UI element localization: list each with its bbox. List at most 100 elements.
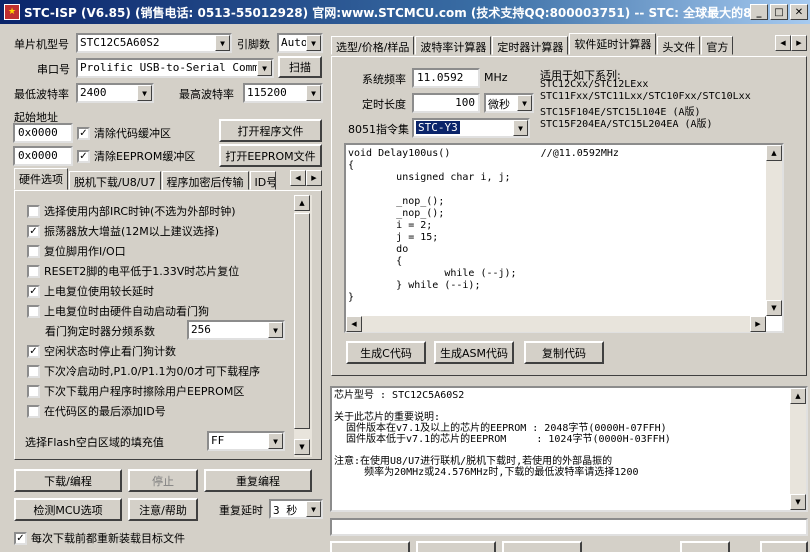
scroll-up-icon[interactable]: ▲ [294, 195, 310, 211]
tab-encrypt[interactable]: 程序加密后传输 [161, 171, 249, 190]
option-row[interactable]: 上电复位时由硬件自动启动看门狗 [27, 303, 209, 319]
code-vscrollbar[interactable]: ▲ ▼ [766, 145, 782, 316]
checkbox-box[interactable] [27, 204, 40, 218]
port-select[interactable]: Prolific USB-to-Serial Comm Po ▼ [76, 58, 274, 78]
scroll-down-icon[interactable]: ▼ [790, 494, 806, 510]
scan-button[interactable]: 扫描 [278, 56, 322, 78]
scroll-left-icon[interactable]: ◀ [346, 316, 362, 332]
chevron-down-icon[interactable]: ▼ [517, 95, 532, 111]
scroll-track[interactable] [362, 316, 750, 332]
bottom-button[interactable] [502, 541, 582, 552]
mcu-type-select[interactable]: STC12C5A60S2 ▼ [76, 33, 232, 53]
checkbox-box[interactable]: ✓ [27, 284, 40, 298]
bottom-button[interactable] [416, 541, 496, 552]
tab-right-arrow-icon[interactable]: ▶ [791, 35, 807, 51]
max-baud-select[interactable]: 115200 ▼ [243, 83, 323, 103]
tab-official[interactable]: 官方 [701, 36, 734, 55]
download-button[interactable]: 下载/编程 [14, 469, 122, 492]
checkbox-box[interactable] [27, 264, 40, 278]
checkbox-box[interactable]: ✓ [77, 149, 90, 163]
option-row[interactable]: ✓ 空闲状态时停止看门狗计数 [27, 343, 176, 359]
option-row[interactable]: ✓ 振荡器放大增益(12M以上建议选择) [27, 223, 219, 239]
chevron-down-icon[interactable]: ▼ [257, 60, 272, 76]
tab-selection[interactable]: 选型/价格/样品 [331, 36, 415, 55]
option-row[interactable]: 在代码区的最后添加ID号 [27, 403, 166, 419]
isa-select[interactable]: STC-Y3 ▼ [412, 118, 530, 138]
option-row[interactable]: RESET2脚的电平低于1.33V时芯片复位 [27, 263, 239, 279]
tab-id[interactable]: ID号 [249, 171, 276, 190]
addr1-input[interactable]: 0x0000 [13, 123, 73, 143]
delay-input[interactable]: 100 [412, 93, 480, 113]
clear-eeprom-checkbox[interactable]: ✓ 清除EEPROM缓冲区 [77, 148, 195, 164]
checkbox-box[interactable] [27, 304, 40, 318]
checkbox-box[interactable]: ✓ [27, 224, 40, 238]
gen-c-button[interactable]: 生成C代码 [346, 341, 426, 364]
option-row[interactable]: ✓ 上电复位使用较长延时 [27, 283, 154, 299]
tab-timer-calc[interactable]: 定时器计算器 [492, 36, 569, 55]
gen-asm-button[interactable]: 生成ASM代码 [434, 341, 514, 364]
reprogram-button[interactable]: 重复编程 [204, 469, 312, 492]
info-scrollbar[interactable]: ▲ ▼ [790, 388, 806, 510]
checkbox-box[interactable]: ✓ [14, 531, 27, 545]
copy-code-button[interactable]: 复制代码 [524, 341, 604, 364]
tab-delay-calc[interactable]: 软件延时计算器 [569, 33, 657, 55]
chevron-down-icon[interactable]: ▼ [513, 120, 528, 136]
scroll-right-icon[interactable]: ▶ [750, 316, 766, 332]
tab-hardware[interactable]: 硬件选项 [14, 168, 68, 190]
checkbox-box[interactable] [27, 384, 40, 398]
scroll-track[interactable] [766, 161, 782, 300]
freq-input[interactable]: 11.0592 [412, 68, 480, 88]
option-row[interactable]: 选择使用内部IRC时钟(不选为外部时钟) [27, 203, 236, 219]
addr2-input[interactable]: 0x0000 [13, 146, 73, 166]
tab-baud-calc[interactable]: 波特率计算器 [415, 36, 492, 55]
stop-button[interactable]: 停止 [128, 469, 198, 492]
generated-code[interactable]: void Delay100us() //@11.0592MHz { unsign… [344, 143, 784, 333]
tab-left-arrow-icon[interactable]: ◀ [290, 170, 306, 186]
checkbox-box[interactable]: ✓ [27, 344, 40, 358]
tab-offline[interactable]: 脱机下载/U8/U7 [69, 171, 161, 190]
reload-checkbox[interactable]: ✓ 每次下载前都重新装载目标文件 [14, 530, 185, 546]
scroll-thumb[interactable] [294, 213, 310, 429]
tab-right-arrow-icon[interactable]: ▶ [306, 170, 322, 186]
scroll-down-icon[interactable]: ▼ [766, 300, 782, 316]
detect-mcu-button[interactable]: 检测MCU选项 [14, 498, 122, 521]
checkbox-box[interactable] [27, 364, 40, 378]
bottom-button[interactable] [330, 541, 410, 552]
checkbox-box[interactable] [27, 404, 40, 418]
repeat-delay-select[interactable]: 3 秒 ▼ [269, 499, 323, 519]
wdt-select[interactable]: 256 ▼ [187, 320, 285, 340]
chevron-down-icon[interactable]: ▼ [215, 35, 230, 51]
open-program-button[interactable]: 打开程序文件 [219, 119, 322, 142]
chevron-down-icon[interactable]: ▼ [306, 85, 321, 101]
pin-select[interactable]: Auto ▼ [277, 33, 323, 53]
option-row[interactable]: 复位脚用作I/O口 [27, 243, 126, 259]
fill-select[interactable]: FF ▼ [207, 431, 285, 451]
open-eeprom-button[interactable]: 打开EEPROM文件 [219, 144, 322, 167]
chevron-down-icon[interactable]: ▼ [306, 501, 321, 517]
options-scrollbar[interactable]: ▲ ▼ [294, 195, 312, 457]
clear-code-checkbox[interactable]: ✓ 清除代码缓冲区 [77, 125, 171, 141]
checkbox-box[interactable]: ✓ [77, 126, 90, 140]
info-output[interactable]: 芯片型号 : STC12C5A60S2 关于此芯片的重要说明: 固件版本在v7.… [330, 386, 808, 512]
help-button[interactable]: 注意/帮助 [128, 498, 198, 521]
checkbox-box[interactable] [27, 244, 40, 258]
maximize-button[interactable]: □ [770, 4, 788, 20]
bottom-button[interactable] [760, 541, 808, 552]
min-baud-select[interactable]: 2400 ▼ [76, 83, 154, 103]
tab-header-file[interactable]: 头文件 [657, 36, 701, 55]
scroll-up-icon[interactable]: ▲ [790, 388, 806, 404]
option-row[interactable]: 下次下载用户程序时擦除用户EEPROM区 [27, 383, 244, 399]
bottom-button[interactable] [680, 541, 730, 552]
close-button[interactable]: ✕ [790, 4, 808, 20]
scroll-track[interactable] [790, 404, 806, 494]
tab-left-arrow-icon[interactable]: ◀ [775, 35, 791, 51]
code-hscrollbar[interactable]: ◀ ▶ [346, 316, 766, 332]
scroll-down-icon[interactable]: ▼ [294, 439, 310, 455]
minimize-button[interactable]: _ [750, 4, 768, 20]
chevron-down-icon[interactable]: ▼ [306, 35, 321, 51]
chevron-down-icon[interactable]: ▼ [268, 322, 283, 338]
scroll-up-icon[interactable]: ▲ [766, 145, 782, 161]
option-row[interactable]: 下次冷启动时,P1.0/P1.1为0/0才可下载程序 [27, 363, 260, 379]
chevron-down-icon[interactable]: ▼ [137, 85, 152, 101]
delay-unit-select[interactable]: 微秒 ▼ [484, 93, 534, 113]
